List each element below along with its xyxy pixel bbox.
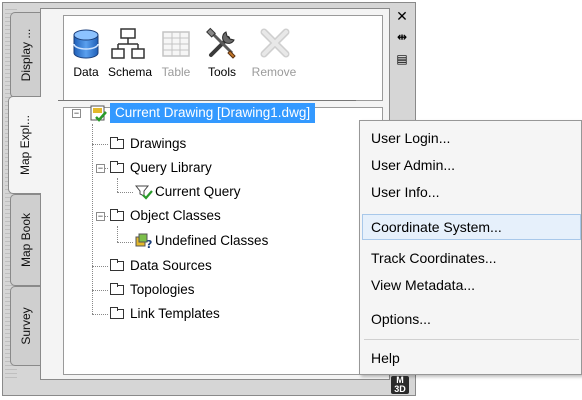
collapse-object-classes-toggle[interactable]: − bbox=[96, 212, 105, 221]
tab-display-manager[interactable]: Display ... bbox=[10, 12, 40, 98]
schema-button-label: Schema bbox=[108, 65, 153, 79]
data-button-label: Data bbox=[73, 65, 99, 79]
tree-guide bbox=[92, 314, 108, 316]
map-3d-icon[interactable]: M 3D bbox=[391, 376, 409, 394]
query-icon bbox=[135, 185, 153, 200]
tree-guide bbox=[117, 178, 119, 192]
menu-item-user-info[interactable]: User Info... bbox=[362, 179, 581, 205]
tree-item-label: Undefined Classes bbox=[155, 233, 269, 248]
tab-label: Survey bbox=[18, 307, 33, 345]
schema-icon bbox=[111, 28, 145, 59]
tree-item-label: Query Library bbox=[130, 160, 212, 175]
remove-button[interactable]: Remove bbox=[248, 26, 300, 79]
tree-item-label: Drawings bbox=[130, 136, 187, 151]
remove-button-label: Remove bbox=[251, 65, 297, 79]
tab-map-book[interactable]: Map Book bbox=[10, 194, 40, 286]
menu-item-view-metadata[interactable]: View Metadata... bbox=[362, 272, 581, 298]
menu-item-coordinate-system[interactable]: Coordinate System... bbox=[362, 214, 581, 240]
tree-guide bbox=[117, 226, 119, 242]
collapse-query-library-toggle[interactable]: − bbox=[96, 164, 105, 173]
tree-item-label: Link Templates bbox=[130, 306, 220, 321]
tree-item-label: Current Query bbox=[155, 184, 241, 199]
menu-item-user-login[interactable]: User Login... bbox=[362, 125, 581, 151]
menu-separator bbox=[364, 339, 579, 340]
palette-side-buttons: ✕ ⇹ ▤ bbox=[392, 8, 412, 74]
tools-button-label: Tools bbox=[207, 65, 236, 79]
undefined-class-icon: ? bbox=[135, 233, 152, 249]
tree-item-label: Object Classes bbox=[130, 208, 221, 223]
close-icon[interactable]: ✕ bbox=[392, 8, 412, 30]
folder-icon bbox=[110, 283, 124, 295]
svg-text:?: ? bbox=[146, 238, 152, 249]
tree-item-label: Topologies bbox=[130, 282, 195, 297]
schema-button[interactable]: Schema bbox=[108, 26, 153, 79]
pin-icon[interactable]: ⇹ bbox=[392, 30, 412, 52]
folder-icon bbox=[110, 259, 124, 271]
folder-icon bbox=[110, 209, 124, 221]
tree-guide bbox=[92, 290, 108, 292]
folder-icon bbox=[110, 307, 124, 319]
tree-guide bbox=[117, 192, 133, 194]
menu-item-options[interactable]: Options... bbox=[362, 306, 581, 332]
tools-icon bbox=[206, 27, 236, 59]
folder-icon bbox=[110, 137, 124, 149]
tree-guide bbox=[117, 242, 133, 244]
context-menu: User Login... User Admin... User Info...… bbox=[359, 120, 582, 375]
tree-guide bbox=[92, 124, 94, 314]
tab-map-explorer[interactable]: Map Expl... bbox=[8, 96, 41, 194]
data-button[interactable]: Data bbox=[68, 26, 104, 79]
remove-icon bbox=[260, 28, 290, 58]
toolbar: Data Schema Table Tools Remove bbox=[63, 15, 383, 101]
tree-guide bbox=[92, 144, 108, 146]
drawing-icon bbox=[90, 105, 107, 122]
tree-guide bbox=[92, 266, 108, 268]
tab-label: Map Expl... bbox=[18, 114, 32, 176]
menu-item-track-coordinates[interactable]: Track Coordinates... bbox=[362, 245, 581, 271]
table-icon bbox=[162, 31, 190, 57]
tab-label: Map Book bbox=[18, 212, 33, 268]
properties-icon[interactable]: ▤ bbox=[392, 52, 412, 74]
collapse-root-toggle[interactable]: − bbox=[72, 109, 81, 118]
tab-survey[interactable]: Survey bbox=[10, 286, 40, 366]
tree-item-label: Data Sources bbox=[130, 258, 212, 273]
menu-item-user-admin[interactable]: User Admin... bbox=[362, 152, 581, 178]
database-icon bbox=[73, 29, 99, 59]
table-button-label: Table bbox=[161, 65, 191, 79]
tab-label: Display ... bbox=[18, 28, 33, 82]
tree-root-current-drawing[interactable]: Current Drawing [Drawing1.dwg] bbox=[110, 103, 316, 123]
tools-button[interactable]: Tools bbox=[202, 26, 242, 79]
menu-item-help[interactable]: Help bbox=[362, 345, 581, 371]
folder-icon bbox=[110, 161, 124, 173]
tree-top-rule bbox=[58, 100, 356, 101]
table-button[interactable]: Table bbox=[156, 26, 196, 79]
